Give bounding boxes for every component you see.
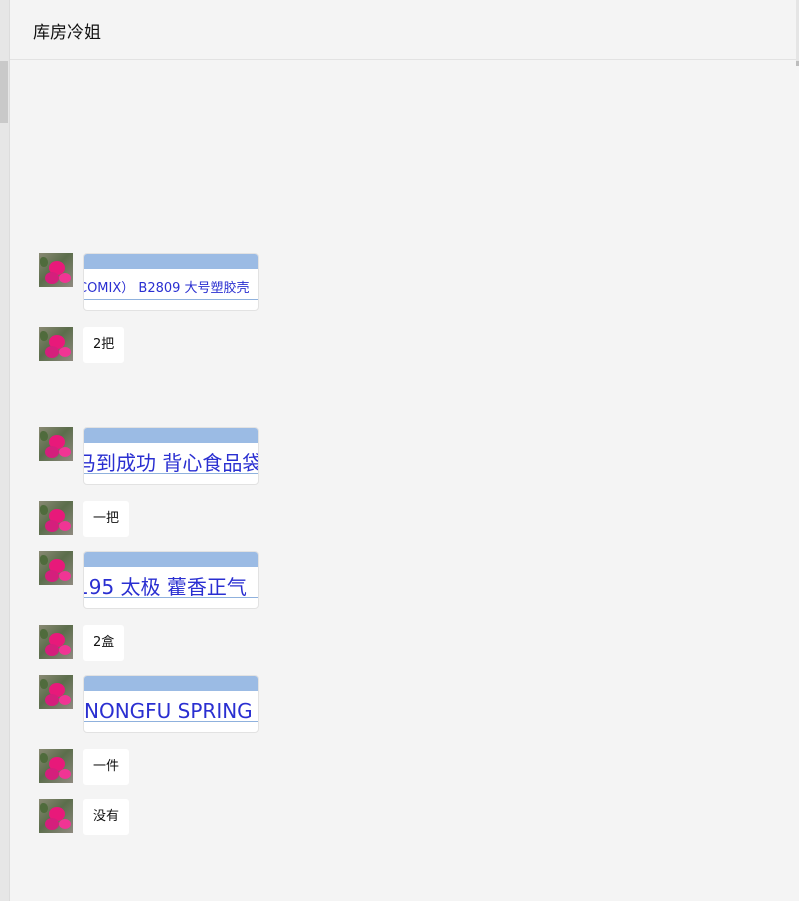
message-list[interactable]: COMIX） B2809 大号塑胶壳 2把 马到成功 背心食品袋 一把 195 … <box>10 60 796 901</box>
avatar[interactable] <box>39 327 73 361</box>
card-divider <box>84 721 258 722</box>
chat-header: 库房冷姐 <box>10 0 796 60</box>
card-header-bar <box>84 552 258 567</box>
message-bubble[interactable]: 2把 <box>83 327 125 363</box>
card-header-bar <box>84 676 258 691</box>
message-bubble[interactable]: 没有 <box>83 799 130 835</box>
card-divider <box>84 473 258 474</box>
product-link-card[interactable]: NONGFU SPRING <box>83 675 259 733</box>
product-link-card[interactable]: 马到成功 背心食品袋 <box>83 427 259 485</box>
avatar[interactable] <box>39 253 73 287</box>
avatar[interactable] <box>39 749 73 783</box>
card-text: COMIX） B2809 大号塑胶壳 <box>84 281 250 296</box>
avatar[interactable] <box>39 427 73 461</box>
product-link-card[interactable]: COMIX） B2809 大号塑胶壳 <box>83 253 259 311</box>
card-text: 马到成功 背心食品袋 <box>84 451 258 475</box>
chat-title: 库房冷姐 <box>33 23 101 43</box>
avatar[interactable] <box>39 551 73 585</box>
card-text: 195 太极 藿香正气 <box>84 575 247 599</box>
product-link-card[interactable]: 195 太极 藿香正气 <box>83 551 259 609</box>
card-header-bar <box>84 428 258 443</box>
card-divider <box>84 299 258 300</box>
message-bubble[interactable]: 2盒 <box>83 625 125 661</box>
avatar[interactable] <box>39 675 73 709</box>
left-scroll-thumb[interactable] <box>0 61 8 123</box>
card-divider <box>84 597 258 598</box>
avatar[interactable] <box>39 625 73 659</box>
left-scroll-rail[interactable] <box>0 0 10 901</box>
avatar[interactable] <box>39 501 73 535</box>
card-text: NONGFU SPRING <box>84 699 253 723</box>
message-bubble[interactable]: 一件 <box>83 749 130 785</box>
message-bubble[interactable]: 一把 <box>83 501 130 537</box>
avatar[interactable] <box>39 799 73 833</box>
card-header-bar <box>84 254 258 269</box>
